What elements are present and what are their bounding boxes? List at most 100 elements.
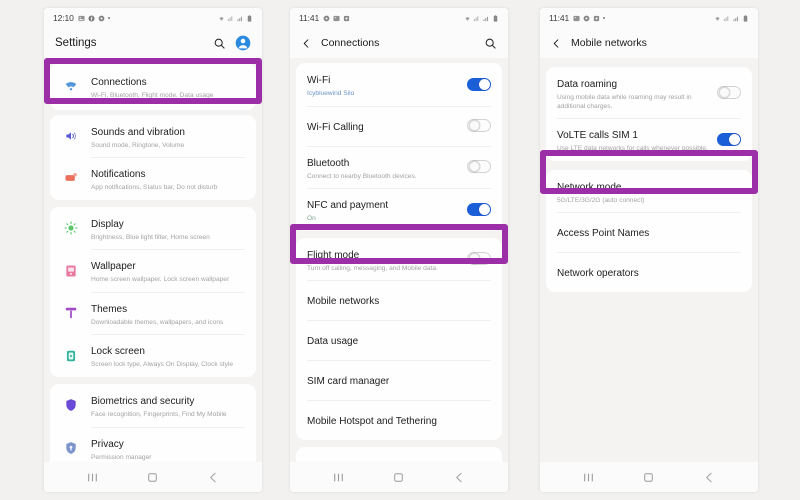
phone-screen-connections: 11:41 Connections Wi-Fi Icybluewind Silo… <box>290 8 508 492</box>
status-time: 11:41 <box>299 13 320 23</box>
item-title: Flight mode <box>307 249 360 261</box>
list-item-nfc-and-payment[interactable]: NFC and payment On <box>296 188 502 231</box>
sidebar-item-connections[interactable]: Connections Wi-Fi, Bluetooth, Flight mod… <box>50 63 256 110</box>
image-icon <box>573 15 580 21</box>
flight-mode-toggle[interactable] <box>467 252 491 266</box>
item-title: Biometrics and security <box>91 395 195 407</box>
connections-group-network: Flight mode Turn off calling, messaging,… <box>296 237 502 441</box>
item-title: Data usage <box>307 336 359 348</box>
item-title: Access Point Names <box>557 228 650 240</box>
list-item-volte-calls-sim-1[interactable]: VoLTE calls SIM 1 Use LTE data networks … <box>546 118 752 161</box>
status-time: 11:41 <box>549 13 570 23</box>
status-bar: 12:10 <box>44 8 262 28</box>
bluetooth-toggle[interactable] <box>467 160 491 174</box>
connections-list[interactable]: Wi-Fi Icybluewind Silo Wi-Fi Calling Blu… <box>290 58 508 462</box>
wifi-toggle[interactable] <box>467 77 491 91</box>
list-item-network-mode[interactable]: Network mode 5G/LTE/3G/2G (auto connect) <box>546 170 752 213</box>
list-item-wifi[interactable]: Wi-Fi Icybluewind Silo <box>296 63 502 106</box>
status-bar: 11:41 <box>540 8 758 28</box>
sidebar-item-privacy[interactable]: Privacy Permission manager <box>50 426 256 463</box>
sidebar-item-sounds-and-vibration[interactable]: Sounds and vibration Sound mode, Rington… <box>50 115 256 158</box>
list-item-access-point-names[interactable]: Access Point Names <box>546 212 752 252</box>
item-title: Notifications <box>91 169 146 181</box>
sidebar-item-display[interactable]: Display Brightness, Blue light filter, H… <box>50 207 256 250</box>
list-item-bluetooth[interactable]: Bluetooth Connect to nearby Bluetooth de… <box>296 145 502 189</box>
item-title: Sounds and vibration <box>91 126 185 138</box>
image-icon <box>333 15 340 21</box>
status-time: 12:10 <box>53 13 74 23</box>
navigation-bar <box>540 462 758 492</box>
home-icon[interactable] <box>636 464 662 490</box>
recents-icon[interactable] <box>325 464 351 490</box>
list-item-mobile-hotspot-and-tethering[interactable]: Mobile Hotspot and Tethering <box>296 400 502 440</box>
sidebar-item-lock-screen[interactable]: Lock screen Screen lock type, Always On … <box>50 334 256 377</box>
nfc-toggle[interactable] <box>467 202 491 216</box>
item-subtitle: Using mobile data while roaming may resu… <box>557 94 692 110</box>
item-subtitle: Face recognition, Fingerprints, Find My … <box>91 410 227 418</box>
back-icon[interactable] <box>697 464 723 490</box>
list-item-sim-card-manager[interactable]: SIM card manager <box>296 360 502 400</box>
connections-app-bar: Connections <box>290 28 508 58</box>
item-title: Network mode <box>557 181 622 193</box>
back-icon[interactable] <box>447 464 473 490</box>
list-item-mobile-networks[interactable]: Mobile networks <box>296 280 502 320</box>
item-title: Mobile networks <box>307 296 380 308</box>
facebook-icon <box>88 14 95 22</box>
list-item-wifi-calling[interactable]: Wi-Fi Calling <box>296 105 502 146</box>
item-title: Lock screen <box>91 346 145 358</box>
item-title: Bluetooth <box>307 157 350 169</box>
wifi-icon <box>61 79 81 93</box>
speaker-icon <box>61 129 81 143</box>
volte-toggle[interactable] <box>717 132 741 146</box>
mobile-networks-list[interactable]: Data roaming Using mobile data while roa… <box>540 58 758 462</box>
item-subtitle: Permission manager <box>91 453 152 461</box>
sidebar-item-themes[interactable]: Themes Downloadable themes, wallpapers, … <box>50 291 256 335</box>
themes-icon <box>61 306 81 320</box>
back-chevron-icon[interactable] <box>551 38 562 49</box>
recents-icon[interactable] <box>575 464 601 490</box>
list-item-data-roaming[interactable]: Data roaming Using mobile data while roa… <box>546 67 752 118</box>
sidebar-item-notifications[interactable]: Notifications App notifications, Status … <box>50 157 256 200</box>
home-icon[interactable] <box>386 464 412 490</box>
list-item-more-connection-settings[interactable]: More connection settings <box>296 447 502 462</box>
notification-icon <box>61 171 81 185</box>
sidebar-item-wallpaper[interactable]: Wallpaper Home screen wallpaper, Lock sc… <box>50 249 256 292</box>
settings-group-sound: Sounds and vibration Sound mode, Rington… <box>50 114 256 200</box>
item-subtitle: Wi-Fi, Bluetooth, Flight mode, Data usag… <box>91 92 214 99</box>
item-subtitle: Icybluewind Silo <box>307 90 355 97</box>
image-icon <box>78 15 85 21</box>
settings-app-bar: Settings <box>44 28 262 58</box>
navigation-bar <box>290 462 508 492</box>
status-left-icons <box>573 15 606 22</box>
item-title: NFC and payment <box>307 200 389 212</box>
account-avatar-icon[interactable] <box>235 35 251 51</box>
wifi-calling-toggle[interactable] <box>467 119 491 133</box>
item-title: Wi-Fi Calling <box>307 121 364 133</box>
item-subtitle: App notifications, Status bar, Do not di… <box>91 184 218 192</box>
home-icon[interactable] <box>140 464 166 490</box>
back-chevron-icon[interactable] <box>301 38 312 49</box>
recents-icon[interactable] <box>79 464 105 490</box>
settings-list[interactable]: Connections Wi-Fi, Bluetooth, Flight mod… <box>44 58 262 462</box>
back-icon[interactable] <box>201 464 227 490</box>
item-title: Mobile Hotspot and Tethering <box>307 416 437 428</box>
search-icon[interactable] <box>484 37 497 50</box>
connections-group-more: More connection settings <box>296 447 502 462</box>
data-roaming-toggle[interactable] <box>717 86 741 100</box>
list-item-flight-mode[interactable]: Flight mode Turn off calling, messaging,… <box>296 238 502 281</box>
dot-icon <box>603 17 606 19</box>
list-item-network-operators[interactable]: Network operators <box>546 252 752 292</box>
wifi-icon <box>714 16 720 21</box>
privacy-shield-icon <box>61 441 81 455</box>
item-title: Data roaming <box>557 79 618 90</box>
item-subtitle: Home screen wallpaper, Lock screen wallp… <box>91 276 230 284</box>
item-subtitle: Brightness, Blue light filter, Home scre… <box>91 233 210 241</box>
app-icon <box>594 15 600 21</box>
sidebar-item-biometrics-and-security[interactable]: Biometrics and security Face recognition… <box>50 384 256 427</box>
gear-icon <box>583 15 590 21</box>
wifi-icon <box>218 16 224 21</box>
signal-icon <box>227 15 233 21</box>
search-icon[interactable] <box>213 37 226 50</box>
list-item-data-usage[interactable]: Data usage <box>296 320 502 360</box>
signal-icon <box>723 15 729 21</box>
